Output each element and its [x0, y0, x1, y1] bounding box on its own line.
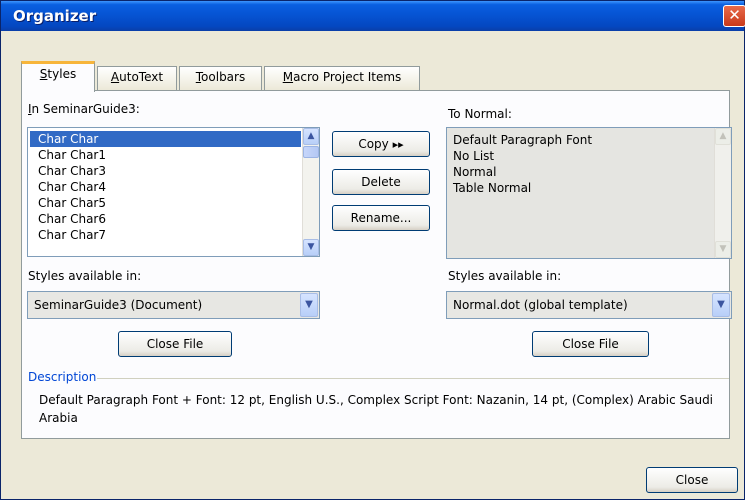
close-button[interactable]: Close [646, 467, 738, 493]
tab-macro-accel: M [282, 70, 294, 84]
copy-button[interactable]: Copy ▸▸ [332, 131, 430, 157]
tab-autotext-accel: A [110, 70, 120, 84]
left-close-file-button[interactable]: Close File [118, 331, 232, 357]
tab-autotext-rest: utoText [119, 70, 164, 84]
tab-styles-rest: tyles [47, 67, 77, 81]
tab-toolbars[interactable]: Toolbars [179, 66, 262, 90]
list-item[interactable]: Char Char7 [30, 227, 301, 243]
description-divider [97, 378, 729, 379]
target-list-scrollbar[interactable]: ▲ ▼ [714, 128, 731, 258]
to-normal-label: To Normal: [448, 107, 512, 121]
left-dropdown-value: SeminarGuide3 (Document) [34, 298, 203, 312]
description-label: Description [28, 370, 97, 384]
list-item[interactable]: Default Paragraph Font [445, 132, 713, 148]
in-document-label: In SeminarGuide3: [28, 102, 140, 116]
list-item[interactable]: No List [445, 148, 713, 164]
target-styles-list[interactable]: Default Paragraph Font No List Normal Ta… [446, 127, 732, 259]
scroll-up-icon[interactable]: ▲ [715, 128, 731, 145]
list-item[interactable]: Char Char4 [30, 179, 301, 195]
list-item[interactable]: Char Char3 [30, 163, 301, 179]
window-close-icon[interactable]: ✕ [723, 5, 745, 27]
scroll-up-icon[interactable]: ▲ [303, 128, 319, 145]
right-close-file-button[interactable]: Close File [532, 331, 649, 357]
in-document-label-text: n SeminarGuide3: [31, 102, 140, 116]
title-bar[interactable]: Organizer ✕ [1, 1, 745, 31]
scroll-down-icon[interactable]: ▼ [715, 241, 731, 258]
scroll-down-icon[interactable]: ▼ [303, 239, 319, 256]
rename-button[interactable]: Rename... [332, 205, 430, 231]
window-title: Organizer [13, 7, 97, 25]
left-styles-available-dropdown[interactable]: SeminarGuide3 (Document) ▼ [27, 291, 320, 319]
tab-toolbars-rest: oolbars [201, 70, 246, 84]
tab-autotext[interactable]: AutoText [97, 66, 177, 90]
list-item[interactable]: Char Char5 [30, 195, 301, 211]
list-item[interactable]: Table Normal [445, 180, 713, 196]
list-item[interactable]: Char Char1 [30, 147, 301, 163]
chevron-down-icon[interactable]: ▼ [300, 293, 318, 317]
description-text: Default Paragraph Font + Font: 12 pt, En… [39, 393, 714, 425]
scroll-thumb[interactable] [303, 146, 319, 158]
right-styles-available-label: Styles available in: [448, 269, 562, 283]
list-item[interactable]: Normal [445, 164, 713, 180]
delete-button[interactable]: Delete [332, 169, 430, 195]
source-list-scrollbar[interactable]: ▲ ▼ [302, 128, 319, 256]
tab-macro-rest: acro Project Items [293, 70, 402, 84]
organizer-dialog: Organizer ✕ Styles AutoText Toolbars Mac… [0, 0, 745, 500]
list-item[interactable]: Char Char [30, 131, 301, 147]
copy-arrows-icon: ▸▸ [392, 138, 404, 151]
copy-label: Copy [358, 137, 389, 151]
right-styles-available-dropdown[interactable]: Normal.dot (global template) ▼ [446, 291, 732, 319]
source-styles-list[interactable]: Char Char Char Char1 Char Char3 Char Cha… [27, 127, 320, 257]
tab-macro-project-items[interactable]: Macro Project Items [264, 66, 420, 90]
chevron-down-icon[interactable]: ▼ [712, 293, 730, 317]
list-item[interactable]: Char Char6 [30, 211, 301, 227]
tab-styles[interactable]: Styles [21, 61, 95, 92]
right-dropdown-value: Normal.dot (global template) [453, 298, 628, 312]
left-styles-available-label: Styles available in: [28, 269, 142, 283]
